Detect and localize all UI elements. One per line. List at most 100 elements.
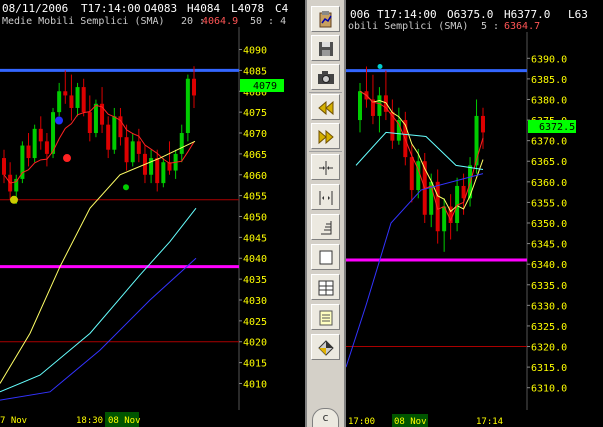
left-candle-body [112, 116, 117, 150]
fast-forward-icon [318, 129, 334, 145]
left-candle-body [44, 141, 49, 154]
left-tick-label: 4060 [243, 171, 267, 182]
left-marker [123, 184, 129, 191]
camera-icon [318, 71, 334, 84]
left-candle-body [161, 162, 166, 184]
left-header-low: L4078 [231, 2, 264, 15]
left-candle-body [106, 124, 111, 150]
left-candle-body [38, 128, 43, 142]
left-marker [63, 154, 71, 163]
left-candle-body [63, 91, 68, 96]
right-price-tag: 6372.5 [539, 122, 575, 133]
right-candle-body [474, 115, 479, 166]
left-chart-pane[interactable]: 08/11/2006 T17:14:00 O4083 H4084 L4078 C… [0, 0, 305, 427]
right-candle-body [409, 157, 414, 191]
left-tick-label: 4030 [243, 296, 267, 307]
right-time-label-0: 17:00 [348, 417, 375, 427]
right-ma-title: obili Semplici (SMA) [348, 21, 468, 32]
right-tick-label: 6380.0 [531, 95, 567, 106]
left-tick-label: 4050 [243, 213, 267, 224]
left-tick-label: 4075 [243, 108, 267, 119]
right-tick-label: 6310.0 [531, 384, 567, 395]
left-time-bar [0, 410, 305, 427]
left-tick-label: 4020 [243, 338, 267, 349]
rewind-button[interactable] [311, 94, 340, 120]
right-candle-body [358, 91, 362, 121]
zoom-in-icon [319, 161, 333, 175]
right-candle-body [435, 181, 440, 232]
left-header-time: T17:14:00 [81, 2, 141, 15]
right-chart-svg[interactable]: 006 T17:14:00 O6375.0 H6377.0 L63 obili … [346, 0, 603, 427]
color-picker-button[interactable] [311, 334, 340, 360]
volume-bars-button[interactable] [311, 214, 340, 240]
save-icon [319, 42, 333, 56]
right-price-axis: 6390.06385.06380.06375.06370.06365.06360… [527, 54, 567, 395]
right-header-high: H6377.0 [504, 8, 550, 21]
right-tick-label: 6385.0 [531, 75, 567, 86]
list-button[interactable] [311, 304, 340, 330]
right-tick-label: 6330.0 [531, 301, 567, 312]
right-marker [377, 64, 383, 70]
left-ma-title: Medie Mobili Semplici (SMA) [2, 16, 165, 27]
left-candle-body [179, 133, 184, 154]
left-tick-label: 4035 [243, 275, 267, 286]
left-price-tag: 4079 [253, 81, 277, 92]
right-header-date: 006 [350, 8, 370, 21]
grid-icon [318, 280, 334, 296]
left-tick-label: 4065 [243, 150, 267, 161]
left-header-high: H4084 [187, 2, 220, 15]
left-marker [55, 116, 63, 125]
left-header-open: O4083 [144, 2, 177, 15]
left-candle-body [124, 137, 129, 163]
paste-chart-button[interactable] [311, 6, 340, 32]
left-candle-body [26, 145, 31, 159]
left-tick-label: 4025 [243, 317, 267, 328]
right-candle-body [461, 185, 466, 199]
left-candle-body [185, 78, 190, 134]
left-candle-body [149, 158, 154, 175]
left-candle-body [93, 103, 98, 134]
right-tick-label: 6315.0 [531, 363, 567, 374]
left-tick-label: 4010 [243, 379, 267, 390]
left-time-label-0: 7 Nov [0, 416, 27, 426]
zoom-out-button[interactable] [311, 184, 340, 210]
right-tick-label: 6360.0 [531, 178, 567, 189]
right-candle-body [377, 95, 382, 116]
camera-button[interactable] [311, 64, 340, 90]
save-button[interactable] [311, 35, 340, 61]
right-chart-pane[interactable]: 006 T17:14:00 O6375.0 H6377.0 L63 obili … [346, 0, 603, 427]
grid-button[interactable] [311, 274, 340, 300]
right-tick-label: 6340.0 [531, 260, 567, 271]
left-candle-body [14, 178, 19, 192]
toolbar-scroll-indicator[interactable]: c [312, 408, 339, 427]
color-picker-icon [318, 340, 334, 356]
right-header-low: L63 [568, 8, 588, 21]
rewind-icon [318, 100, 334, 116]
left-header-close: C4 [275, 2, 289, 15]
box-icon [319, 250, 333, 265]
right-tick-label: 6335.0 [531, 281, 567, 292]
zoom-out-icon [319, 191, 333, 205]
right-tick-label: 6390.0 [531, 54, 567, 65]
left-time-label-1: 18:30 [76, 416, 103, 426]
left-ma-period2: 50 : 4 [250, 16, 286, 27]
fast-forward-button[interactable] [311, 123, 340, 149]
left-chart-svg[interactable]: 08/11/2006 T17:14:00 O4083 H4084 L4078 C… [0, 0, 305, 427]
right-tick-label: 6370.0 [531, 137, 567, 148]
left-ma-value: 4064.9 [202, 16, 238, 27]
left-candle-body [57, 91, 62, 113]
paste-chart-icon [319, 11, 332, 28]
left-tick-label: 4040 [243, 254, 267, 265]
left-tick-label: 4045 [243, 233, 267, 244]
left-tick-label: 4055 [243, 192, 267, 203]
box-button[interactable] [311, 244, 340, 270]
right-header-time: T17:14:00 [377, 8, 437, 21]
right-ma-value: 6364.7 [504, 21, 540, 32]
left-candle-body [136, 141, 141, 154]
right-ma-period: 5 : [481, 21, 499, 32]
zoom-in-button[interactable] [311, 154, 340, 180]
left-time-label-2: 08 Nov [108, 416, 141, 426]
right-tick-label: 6355.0 [531, 198, 567, 209]
left-candle-body [87, 112, 92, 134]
right-tick-label: 6345.0 [531, 240, 567, 251]
